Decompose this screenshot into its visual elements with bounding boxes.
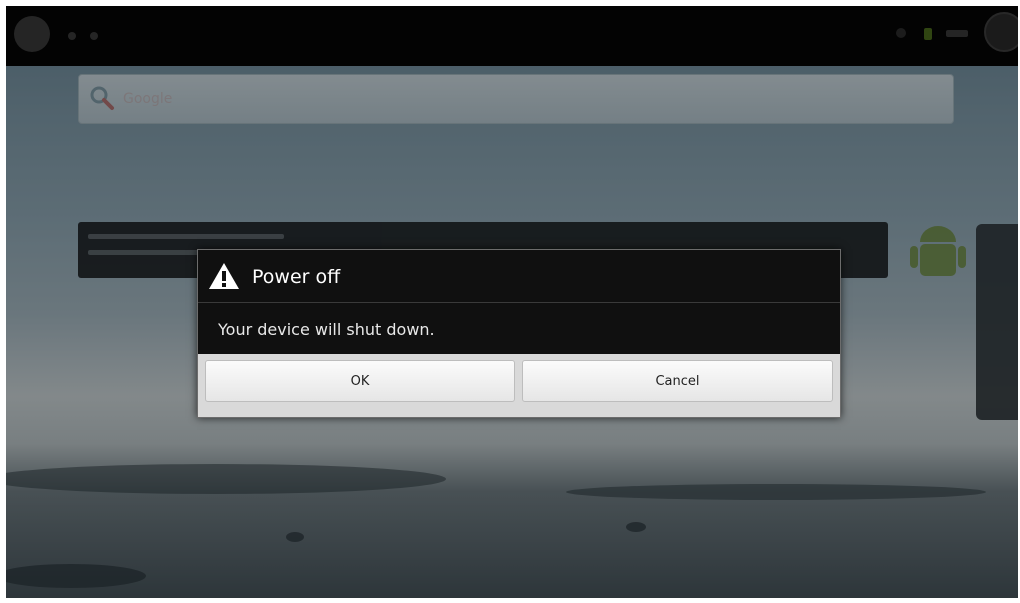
dialog-header: Power off bbox=[198, 250, 840, 302]
dialog-button-bar: OK Cancel bbox=[198, 354, 840, 417]
warning-icon bbox=[209, 263, 239, 289]
ok-button[interactable]: OK bbox=[205, 360, 515, 402]
tablet-screen: Google Power off Your device will shut d… bbox=[6, 6, 1018, 598]
power-off-dialog: Power off Your device will shut down. OK… bbox=[197, 249, 841, 418]
cancel-button[interactable]: Cancel bbox=[522, 360, 833, 402]
dialog-message: Your device will shut down. bbox=[218, 320, 435, 339]
dialog-title: Power off bbox=[252, 266, 341, 288]
dialog-divider bbox=[198, 302, 840, 303]
